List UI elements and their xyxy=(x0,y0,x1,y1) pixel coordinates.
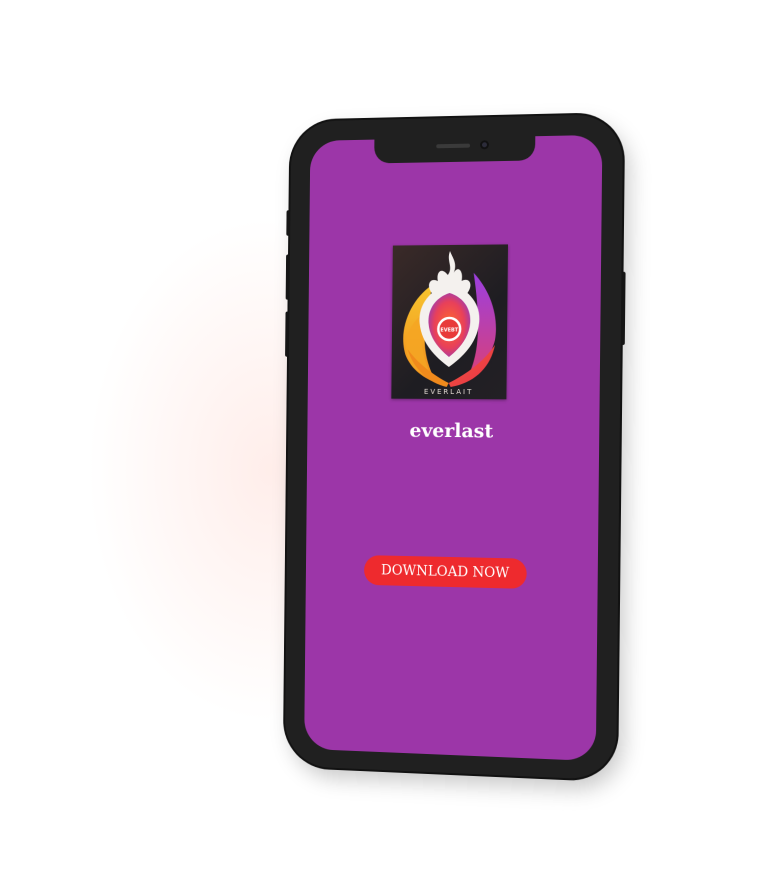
volume-up-button xyxy=(285,254,290,300)
flame-shield-icon: EVEBT xyxy=(402,251,497,388)
volume-down-button xyxy=(285,311,290,357)
phone-mockup: EVEBT EVERLAIT everlast DOWNLOAD NOW xyxy=(284,114,626,781)
app-screen: EVEBT EVERLAIT everlast DOWNLOAD NOW xyxy=(304,134,603,762)
logo-wordmark: EVERLAIT xyxy=(423,387,474,397)
promo-stage: EVEBT EVERLAIT everlast DOWNLOAD NOW xyxy=(0,0,783,872)
app-logo: EVEBT EVERLAIT xyxy=(391,244,509,400)
app-title: everlast xyxy=(409,419,494,443)
mute-switch xyxy=(286,210,291,236)
logo-badge-text: EVEBT xyxy=(440,327,458,333)
phone-notch xyxy=(374,136,536,164)
speaker-grille xyxy=(436,143,471,149)
download-now-button[interactable]: DOWNLOAD NOW xyxy=(363,555,527,589)
power-button xyxy=(620,271,626,346)
front-camera-icon xyxy=(479,140,490,150)
